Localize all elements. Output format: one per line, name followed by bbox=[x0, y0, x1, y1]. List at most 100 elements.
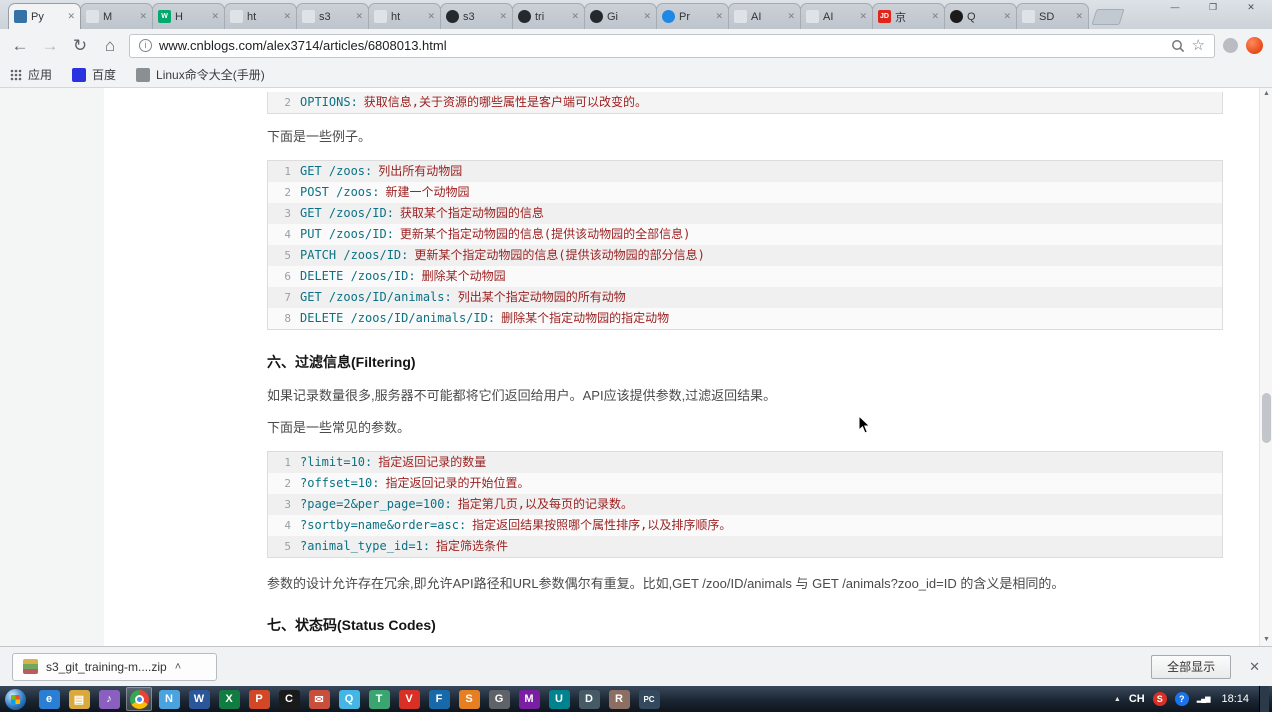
code-text: PUT /zoos/ID: bbox=[300, 226, 394, 241]
tab-close-icon[interactable]: ✕ bbox=[139, 11, 147, 22]
taskbar-app[interactable]: D bbox=[576, 687, 602, 711]
taskbar-app[interactable]: e bbox=[36, 687, 62, 711]
zoom-search-icon[interactable] bbox=[1171, 39, 1185, 53]
browser-tab[interactable]: ht ✕ bbox=[368, 3, 441, 29]
taskbar-app[interactable]: W bbox=[186, 687, 212, 711]
taskbar-app-chrome[interactable] bbox=[126, 687, 152, 711]
line-number: 6 bbox=[284, 269, 291, 283]
help-tray-icon[interactable]: ? bbox=[1174, 692, 1189, 706]
browser-tab[interactable]: s3 ✕ bbox=[296, 3, 369, 29]
download-item[interactable]: s3_git_training-m....zip ˄ bbox=[12, 652, 217, 681]
browser-tab[interactable]: SD ✕ bbox=[1016, 3, 1089, 29]
tab-close-icon[interactable]: ✕ bbox=[67, 11, 75, 22]
tab-label: Gi bbox=[607, 10, 618, 23]
download-shelf-close-icon[interactable]: ✕ bbox=[1249, 659, 1260, 675]
tab-close-icon[interactable]: ✕ bbox=[211, 11, 219, 22]
apps-shortcut[interactable]: 应用 bbox=[10, 66, 52, 83]
tab-close-icon[interactable]: ✕ bbox=[1003, 11, 1011, 22]
taskbar-app[interactable]: C bbox=[276, 687, 302, 711]
browser-tab[interactable]: s3 ✕ bbox=[440, 3, 513, 29]
browser-tab[interactable]: W H ✕ bbox=[152, 3, 225, 29]
tab-close-icon[interactable]: ✕ bbox=[715, 11, 723, 22]
taskbar-app[interactable]: P bbox=[246, 687, 272, 711]
tab-close-icon[interactable]: ✕ bbox=[427, 11, 435, 22]
taskbar-app[interactable]: V bbox=[396, 687, 422, 711]
address-bar[interactable]: i www.cnblogs.com/alex3714/articles/6808… bbox=[129, 33, 1215, 58]
code-line-row: 3 ?page=2&per_page=100: 指定第几页,以及每页的记录数。 bbox=[268, 493, 1222, 515]
tab-label: SD bbox=[1039, 10, 1055, 23]
tab-close-icon[interactable]: ✕ bbox=[859, 11, 867, 22]
browser-tab[interactable]: AI ✕ bbox=[800, 3, 873, 29]
browser-tab[interactable]: Q ✕ bbox=[944, 3, 1017, 29]
bookmark-item-baidu[interactable]: 百度 bbox=[72, 66, 116, 83]
home-button[interactable]: ⌂ bbox=[99, 35, 121, 57]
tab-close-icon[interactable]: ✕ bbox=[643, 11, 651, 22]
language-indicator[interactable]: CH bbox=[1129, 693, 1145, 705]
browser-tab[interactable]: Gi ✕ bbox=[584, 3, 657, 29]
taskbar-app[interactable]: N bbox=[156, 687, 182, 711]
forward-button[interactable]: → bbox=[39, 35, 61, 57]
tab-close-icon[interactable]: ✕ bbox=[571, 11, 579, 22]
taskbar-app[interactable]: ✉ bbox=[306, 687, 332, 711]
browser-tab[interactable]: Pr ✕ bbox=[656, 3, 729, 29]
bookmark-item-linux[interactable]: Linux命令大全(手册) bbox=[136, 66, 265, 83]
taskbar-app[interactable]: ♪ bbox=[96, 687, 122, 711]
maximize-button[interactable]: ❐ bbox=[1202, 2, 1224, 13]
scroll-down-arrow[interactable]: ▼ bbox=[1260, 634, 1272, 646]
window-close-button[interactable]: ✕ bbox=[1240, 2, 1262, 13]
browser-tab[interactable]: M ✕ bbox=[80, 3, 153, 29]
taskbar-app[interactable]: Q bbox=[336, 687, 362, 711]
taskbar-clock[interactable]: 18:14 bbox=[1221, 693, 1249, 705]
tab-close-icon[interactable]: ✕ bbox=[931, 11, 939, 22]
code-line-row: 5 PATCH /zoos/ID: 更新某个指定动物园的信息(提供该动物园的部分… bbox=[268, 244, 1222, 266]
browser-tab[interactable]: JD 京 ✕ bbox=[872, 3, 945, 29]
code-comment: 删除某个指定动物园的指定动物 bbox=[501, 310, 670, 325]
back-button[interactable]: ← bbox=[9, 35, 31, 57]
browser-tab[interactable]: tri ✕ bbox=[512, 3, 585, 29]
sogou-tray-icon[interactable]: S bbox=[1152, 692, 1167, 706]
bookmark-star-icon[interactable]: ☆ bbox=[1192, 38, 1205, 53]
apps-label: 应用 bbox=[28, 68, 53, 82]
download-menu-chevron-icon[interactable]: ˄ bbox=[175, 661, 181, 673]
taskbar-app[interactable]: PC bbox=[636, 687, 662, 711]
taskbar-app[interactable]: X bbox=[216, 687, 242, 711]
page-info-icon[interactable]: i bbox=[139, 39, 152, 52]
scrollbar-thumb[interactable] bbox=[1262, 393, 1271, 443]
tray-expand-icon[interactable]: ▲ bbox=[1114, 696, 1121, 703]
taskbar-app[interactable]: T bbox=[366, 687, 392, 711]
paragraph: 下面是一些常见的参数。 bbox=[267, 420, 411, 435]
browser-tab[interactable]: Py ✕ bbox=[8, 3, 81, 29]
browser-tab[interactable]: AI ✕ bbox=[728, 3, 801, 29]
tab-label: Q bbox=[967, 10, 976, 23]
show-all-downloads-button[interactable]: 全部显示 bbox=[1151, 654, 1232, 679]
taskbar-app[interactable]: ▤ bbox=[66, 687, 92, 711]
scroll-up-arrow[interactable]: ▲ bbox=[1260, 88, 1272, 100]
network-icon[interactable]: ▂▄▆ bbox=[1197, 695, 1211, 703]
show-desktop-button[interactable] bbox=[1259, 686, 1269, 712]
tab-close-icon[interactable]: ✕ bbox=[499, 11, 507, 22]
minimize-button[interactable]: — bbox=[1164, 2, 1186, 13]
extension-icon[interactable] bbox=[1223, 38, 1238, 53]
taskbar-app[interactable]: S bbox=[456, 687, 482, 711]
tab-label: Py bbox=[31, 10, 44, 23]
vertical-scrollbar[interactable]: ▲ ▼ bbox=[1259, 88, 1272, 646]
extension-icon[interactable] bbox=[1246, 37, 1263, 54]
code-text: DELETE /zoos/ID: bbox=[300, 268, 416, 283]
tab-close-icon[interactable]: ✕ bbox=[283, 11, 291, 22]
tab-close-icon[interactable]: ✕ bbox=[1075, 11, 1083, 22]
taskbar-app[interactable]: U bbox=[546, 687, 572, 711]
new-tab-button[interactable] bbox=[1091, 9, 1125, 25]
refresh-button[interactable]: ↻ bbox=[69, 35, 91, 57]
browser-tab[interactable]: ht ✕ bbox=[224, 3, 297, 29]
taskbar-app[interactable]: G bbox=[486, 687, 512, 711]
taskbar-app[interactable]: R bbox=[606, 687, 632, 711]
code-comment: 列出某个指定动物园的所有动物 bbox=[457, 289, 626, 304]
tab-close-icon[interactable]: ✕ bbox=[355, 11, 363, 22]
start-button[interactable] bbox=[5, 688, 26, 710]
taskbar-app[interactable]: M bbox=[516, 687, 542, 711]
line-number: 4 bbox=[284, 518, 291, 532]
app-icon: F bbox=[428, 689, 450, 709]
tab-close-icon[interactable]: ✕ bbox=[787, 11, 795, 22]
taskbar-app[interactable]: F bbox=[426, 687, 452, 711]
code-comment: 更新某个指定动物园的信息(提供该动物园的全部信息) bbox=[399, 226, 691, 241]
